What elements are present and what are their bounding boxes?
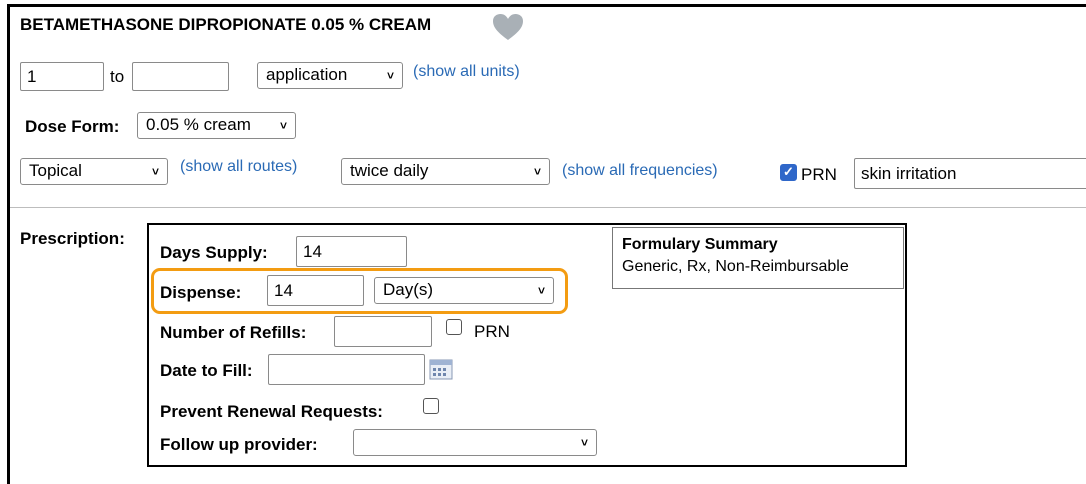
route-value: Topical [29,161,82,180]
route-select[interactable]: Topical ˅ [20,158,168,185]
dose-unit-value: application [266,65,348,84]
prevent-renewal-checkbox[interactable] [423,398,439,414]
follow-up-provider-select[interactable]: ˅ [353,429,597,456]
dispense-label: Dispense: [160,283,242,302]
dose-to-label: to [110,67,125,86]
dispense-unit-select[interactable]: Day(s) ˅ [374,277,554,304]
favorite-heart-icon[interactable] [491,12,525,42]
days-supply-input[interactable] [296,236,407,267]
refills-prn-label: PRN [474,322,510,341]
section-divider [10,207,1086,208]
refills-prn-checkbox[interactable] [446,319,462,335]
dispense-quantity-input[interactable] [267,275,364,306]
formulary-summary-box: Formulary Summary Generic, Rx, Non-Reimb… [612,227,904,289]
chevron-down-icon: ˅ [533,163,541,178]
prevent-renewal-label: Prevent Renewal Requests: [160,402,383,421]
chevron-down-icon: ˅ [537,282,545,297]
chevron-down-icon: ˅ [279,117,287,132]
refills-label: Number of Refills: [160,323,307,342]
dispense-unit-value: Day(s) [383,280,434,299]
refills-input[interactable] [334,316,432,347]
chevron-down-icon: ˅ [386,67,394,82]
follow-up-provider-label: Follow up provider: [160,435,318,454]
calendar-icon[interactable] [429,359,453,380]
date-to-fill-label: Date to Fill: [160,361,253,380]
chevron-down-icon: ˅ [151,163,159,178]
date-to-fill-input[interactable] [268,354,425,385]
dose-form-label: Dose Form: [25,117,120,136]
prn-reason-input[interactable] [854,158,1086,189]
prn-label: PRN [801,165,837,184]
dose-form-select[interactable]: 0.05 % cream ˅ [137,112,296,139]
show-all-units-link[interactable]: (show all units) [413,63,520,81]
show-all-routes-link[interactable]: (show all routes) [180,158,297,176]
dose-to-input[interactable] [132,62,229,91]
dose-unit-select[interactable]: application ˅ [257,62,403,89]
dose-form-value: 0.05 % cream [146,115,251,134]
prn-checkbox[interactable]: ✓ [780,164,797,181]
drug-title: BETAMETHASONE DIPROPIONATE 0.05 % CREAM [20,15,432,34]
frequency-select[interactable]: twice daily ˅ [341,158,550,185]
checkmark-icon: ✓ [783,164,794,179]
days-supply-label: Days Supply: [160,243,268,262]
chevron-down-icon: ˅ [580,434,588,449]
formulary-title: Formulary Summary [622,236,778,253]
formulary-text: Generic, Rx, Non-Reimbursable [622,258,849,275]
frequency-value: twice daily [350,161,429,180]
dose-from-input[interactable] [20,62,104,91]
show-all-frequencies-link[interactable]: (show all frequencies) [562,162,718,180]
prescription-label: Prescription: [20,229,125,248]
